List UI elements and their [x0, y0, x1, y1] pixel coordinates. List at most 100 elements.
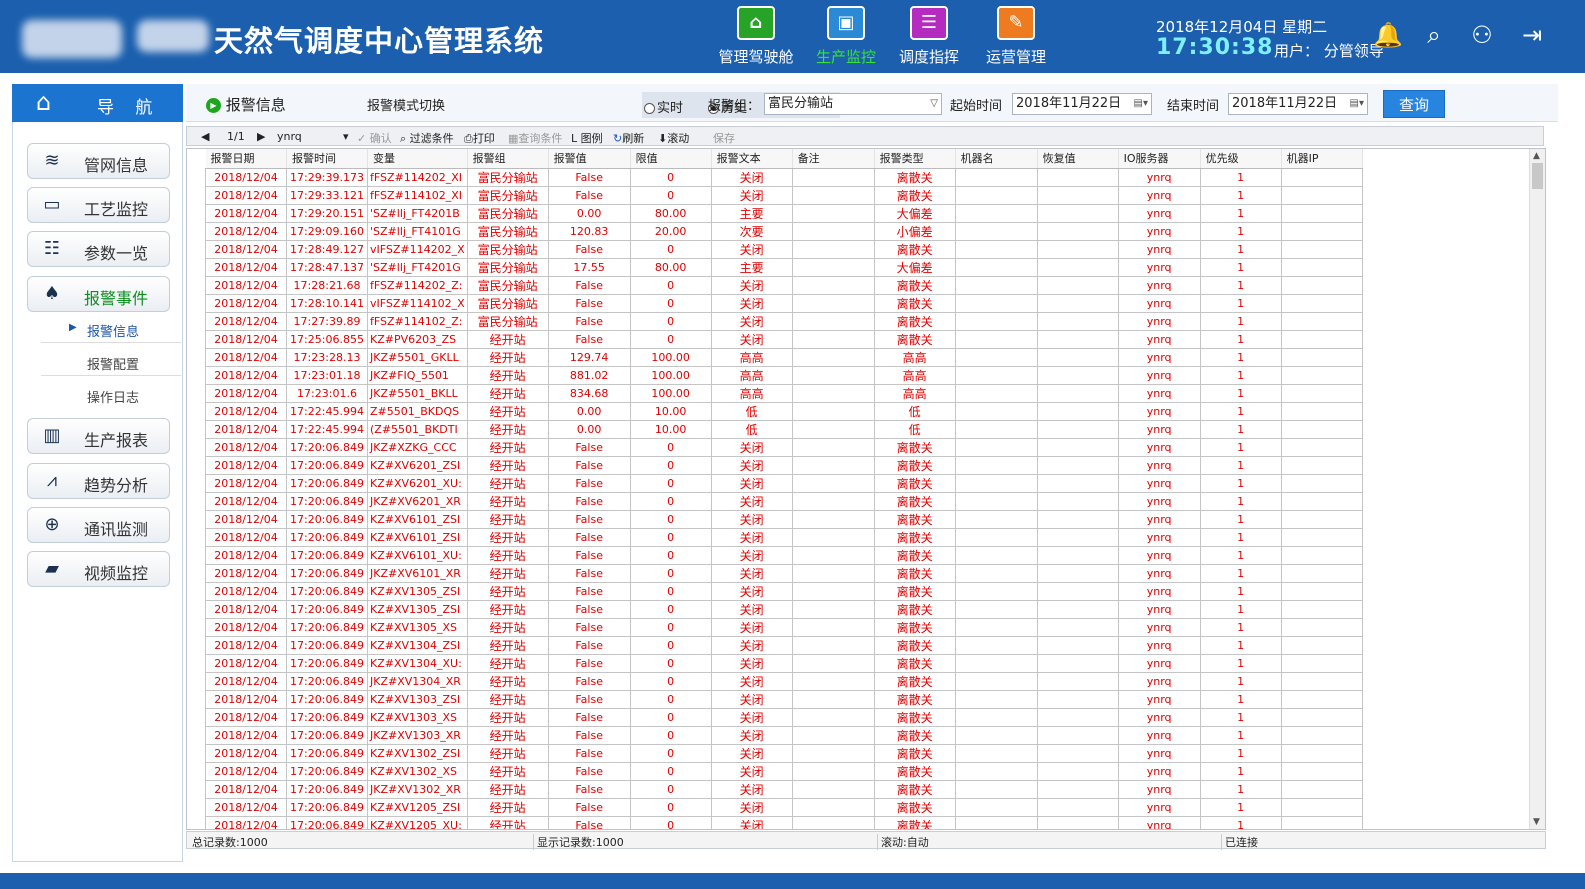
- next-page-icon[interactable]: ▶: [257, 130, 265, 143]
- table-cell: 2018/12/04: [205, 329, 287, 349]
- table-row[interactable]: 2018/12/04 17:20:06.849 KZ#XV1305_ZSI 经开站 Fa…: [205, 599, 1363, 619]
- filter-value-select[interactable]: ynrq ▾: [277, 130, 351, 143]
- table-row[interactable]: 2018/12/04 17:20:06.849 KZ#XV1302_XS 经开站 Fal…: [205, 761, 1363, 781]
- table-cell: [791, 419, 875, 439]
- table-cell: 2018/12/04: [205, 653, 287, 673]
- column-header[interactable]: 机器名: [955, 149, 1038, 169]
- logout-icon[interactable]: ⇥: [1516, 20, 1548, 52]
- bell-icon[interactable]: 🔔: [1372, 20, 1404, 52]
- alarm-table-container[interactable]: 报警日期 报警时间 变量 报警组 报警值 限值 报警文本 备注 报警类型 机器名 恢复值 IO服务器优…: [186, 148, 1546, 830]
- submenu-alarm-info[interactable]: ▶ 报警信息: [41, 315, 181, 343]
- table-row[interactable]: 2018/12/04 17:29:20.151 'SZ#llj_FT4201B 富民分…: [205, 203, 1363, 223]
- table-row[interactable]: 2018/12/04 17:28:49.127 vIFSZ#114202_X 富民分输…: [205, 239, 1363, 259]
- table-row[interactable]: 2018/12/04 17:20:06.849 KZ#XV6201_ZSI 经开站 Fa…: [205, 455, 1363, 475]
- legend-button[interactable]: L 图例: [571, 130, 603, 146]
- save-button[interactable]: 保存: [713, 130, 735, 146]
- table-row[interactable]: 2018/12/04 17:20:06.849 KZ#XV1304_XU: 经开站 Fa…: [205, 653, 1363, 673]
- nav-dispatch-button[interactable]: ☰ 调度指挥: [888, 6, 970, 68]
- column-header[interactable]: 恢复值: [1037, 149, 1119, 169]
- table-cell: False: [547, 653, 631, 673]
- confirm-button[interactable]: ✓ 确认: [357, 130, 392, 146]
- sidebar-item-alarm-events[interactable]: ♠ 报警事件: [27, 276, 170, 312]
- table-row[interactable]: 2018/12/04 17:20:06.849 JKZ#XV6201_XR 经开站 Fa…: [205, 491, 1363, 511]
- query-condition-button[interactable]: ▦查询条件: [508, 130, 562, 146]
- scroll-button[interactable]: ⬇滚动: [658, 130, 689, 146]
- table-row[interactable]: 2018/12/04 17:29:33.121 fFSZ#114102_XI 富民分输…: [205, 185, 1363, 205]
- column-header[interactable]: 报警组: [467, 149, 549, 169]
- vertical-scrollbar[interactable]: ▲ ▼: [1529, 149, 1545, 829]
- table-cell: [1280, 275, 1363, 295]
- table-row[interactable]: 2018/12/04 17:20:06.849 JKZ#XZKG_CCC 经开站 Fal…: [205, 437, 1363, 457]
- table-row[interactable]: 2018/12/04 17:20:06.849 JKZ#XV1304_XR 经开站 Fa…: [205, 671, 1363, 691]
- scroll-up-icon[interactable]: ▲: [1533, 151, 1540, 161]
- column-header[interactable]: IO服务器: [1118, 149, 1201, 169]
- sidebar-item-pipeline-info[interactable]: ≋ 管网信息: [27, 143, 170, 179]
- sidebar-item-comm-monitor[interactable]: ⊕ 通讯监测: [27, 507, 170, 543]
- column-header[interactable]: 报警类型: [874, 149, 956, 169]
- table-row[interactable]: 2018/12/04 17:23:01.6 JKZ#5501_BKLL 经开站 834.…: [205, 383, 1363, 403]
- print-button[interactable]: ⎙打印: [464, 130, 495, 146]
- search-icon[interactable]: ⌕: [1418, 20, 1450, 52]
- end-date-picker[interactable]: 2018年11月22日 ▤▾: [1228, 93, 1368, 115]
- user-settings-icon[interactable]: ⚇: [1466, 20, 1498, 52]
- table-row[interactable]: 2018/12/04 17:28:10.141 vIFSZ#114102_X 富民分输…: [205, 293, 1363, 313]
- nav-operations-button[interactable]: ✎ 运营管理: [975, 6, 1057, 68]
- table-cell: [1036, 203, 1119, 223]
- sidebar-item-parameters[interactable]: ☷ 参数一览: [27, 231, 170, 267]
- table-row[interactable]: 2018/12/04 17:20:06.849 JKZ#XV1302_XR 经开站 Fa…: [205, 779, 1363, 799]
- table-row[interactable]: 2018/12/04 17:20:06.849 KZ#XV1303_XS 经开站 Fal…: [205, 707, 1363, 727]
- column-header[interactable]: 报警日期: [205, 149, 287, 169]
- sidebar-item-trend-analysis[interactable]: ⩘ 趋势分析: [27, 463, 170, 499]
- table-row[interactable]: 2018/12/04 17:27:39.89 fFSZ#114102_Z: 富民分输站…: [205, 311, 1363, 331]
- table-row[interactable]: 2018/12/04 17:20:06.849 KZ#XV1302_ZSI 经开站 Fa…: [205, 743, 1363, 763]
- table-row[interactable]: 2018/12/04 17:25:06.855 KZ#PV6203_ZS 经开站 Fal…: [205, 329, 1363, 349]
- table-row[interactable]: 2018/12/04 17:20:06.849 KZ#XV6101_ZSI 经开站 Fa…: [205, 527, 1363, 547]
- table-row[interactable]: 2018/12/04 17:22:45.994 (Z#5501_BKDTI 经开站 0.…: [205, 419, 1363, 439]
- table-cell: 1: [1199, 167, 1282, 187]
- nav-cockpit-button[interactable]: ⌂ 管理驾驶舱: [715, 6, 797, 68]
- submenu-operation-log[interactable]: 操作日志: [41, 381, 181, 409]
- query-button[interactable]: 查询: [1383, 90, 1445, 118]
- sidebar-item-production-report[interactable]: ▥ 生产报表: [27, 418, 170, 454]
- column-header[interactable]: 限值: [630, 149, 712, 169]
- table-row[interactable]: 2018/12/04 17:28:47.137 'SZ#llj_FT4201G 富民分…: [205, 257, 1363, 277]
- column-header[interactable]: 备注: [792, 149, 875, 169]
- table-row[interactable]: 2018/12/04 17:20:06.849 KZ#XV1305_XS 经开站 Fal…: [205, 617, 1363, 637]
- scroll-thumb[interactable]: [1532, 163, 1543, 189]
- column-header[interactable]: 报警时间: [286, 149, 368, 169]
- table-row[interactable]: 2018/12/04 17:22:45.994 Z#5501_BKDQS 经开站 0.0…: [205, 401, 1363, 421]
- table-row[interactable]: 2018/12/04 17:23:28.13 JKZ#5501_GKLL 经开站 129…: [205, 347, 1363, 367]
- table-row[interactable]: 2018/12/04 17:20:06.849 KZ#XV1205_ZSI 经开站 Fa…: [205, 797, 1363, 817]
- table-cell: 80.00: [629, 257, 712, 277]
- table-row[interactable]: 2018/12/04 17:29:09.160 'SZ#llj_FT4101G 富民分…: [205, 221, 1363, 241]
- prev-page-icon[interactable]: ◀: [201, 130, 209, 143]
- nav-production-monitor-button[interactable]: ▣ 生产监控: [805, 6, 887, 68]
- table-cell: 经开站: [466, 545, 549, 565]
- table-row[interactable]: 2018/12/04 17:20:06.849 KZ#XV6101_ZSI 经开站 Fa…: [205, 509, 1363, 529]
- column-header[interactable]: 报警值: [548, 149, 631, 169]
- table-row[interactable]: 2018/12/04 17:28:21.68 fFSZ#114202_Z: 富民分输站…: [205, 275, 1363, 295]
- column-header[interactable]: 优先级: [1200, 149, 1282, 169]
- filter-condition-button[interactable]: ⌕ 过滤条件: [400, 130, 454, 146]
- sidebar-item-process-monitor[interactable]: ▭ 工艺监控: [27, 187, 170, 223]
- column-header[interactable]: 报警文本: [711, 149, 793, 169]
- sidebar-item-video-monitor[interactable]: ▰ 视频监控: [27, 551, 170, 587]
- column-header[interactable]: 机器IP: [1281, 149, 1363, 169]
- table-row[interactable]: 2018/12/04 17:20:06.849 KZ#XV1205_XU: 经开站 Fa…: [205, 815, 1363, 829]
- table-row[interactable]: 2018/12/04 17:20:06.849 KZ#XV6101_XU: 经开站 Fa…: [205, 545, 1363, 565]
- start-date-picker[interactable]: 2018年11月22日 ▤▾: [1012, 93, 1152, 115]
- refresh-button[interactable]: ↻刷新: [613, 130, 644, 146]
- table-row[interactable]: 2018/12/04 17:20:06.849 KZ#XV1305_ZSI 经开站 Fa…: [205, 581, 1363, 601]
- scroll-down-icon[interactable]: ▼: [1533, 817, 1540, 827]
- radio-realtime[interactable]: 实时: [644, 97, 683, 116]
- table-row[interactable]: 2018/12/04 17:29:39.173 fFSZ#114202_XI 富民分输…: [205, 167, 1363, 187]
- submenu-alarm-config[interactable]: 报警配置: [41, 348, 181, 376]
- table-row[interactable]: 2018/12/04 17:23:01.18 JKZ#FIQ_5501 经开站 881.…: [205, 365, 1363, 385]
- table-row[interactable]: 2018/12/04 17:20:06.849 KZ#XV1304_ZSI 经开站 Fa…: [205, 635, 1363, 655]
- group-select[interactable]: 富民分输站 ▽: [764, 93, 942, 115]
- table-row[interactable]: 2018/12/04 17:20:06.849 JKZ#XV1303_XR 经开站 Fa…: [205, 725, 1363, 745]
- table-row[interactable]: 2018/12/04 17:20:06.849 KZ#XV1303_ZSI 经开站 Fa…: [205, 689, 1363, 709]
- table-row[interactable]: 2018/12/04 17:20:06.849 KZ#XV6201_XU: 经开站 Fa…: [205, 473, 1363, 493]
- column-header[interactable]: 变量: [367, 149, 468, 169]
- table-row[interactable]: 2018/12/04 17:20:06.849 JKZ#XV6101_XR 经开站 Fa…: [205, 563, 1363, 583]
